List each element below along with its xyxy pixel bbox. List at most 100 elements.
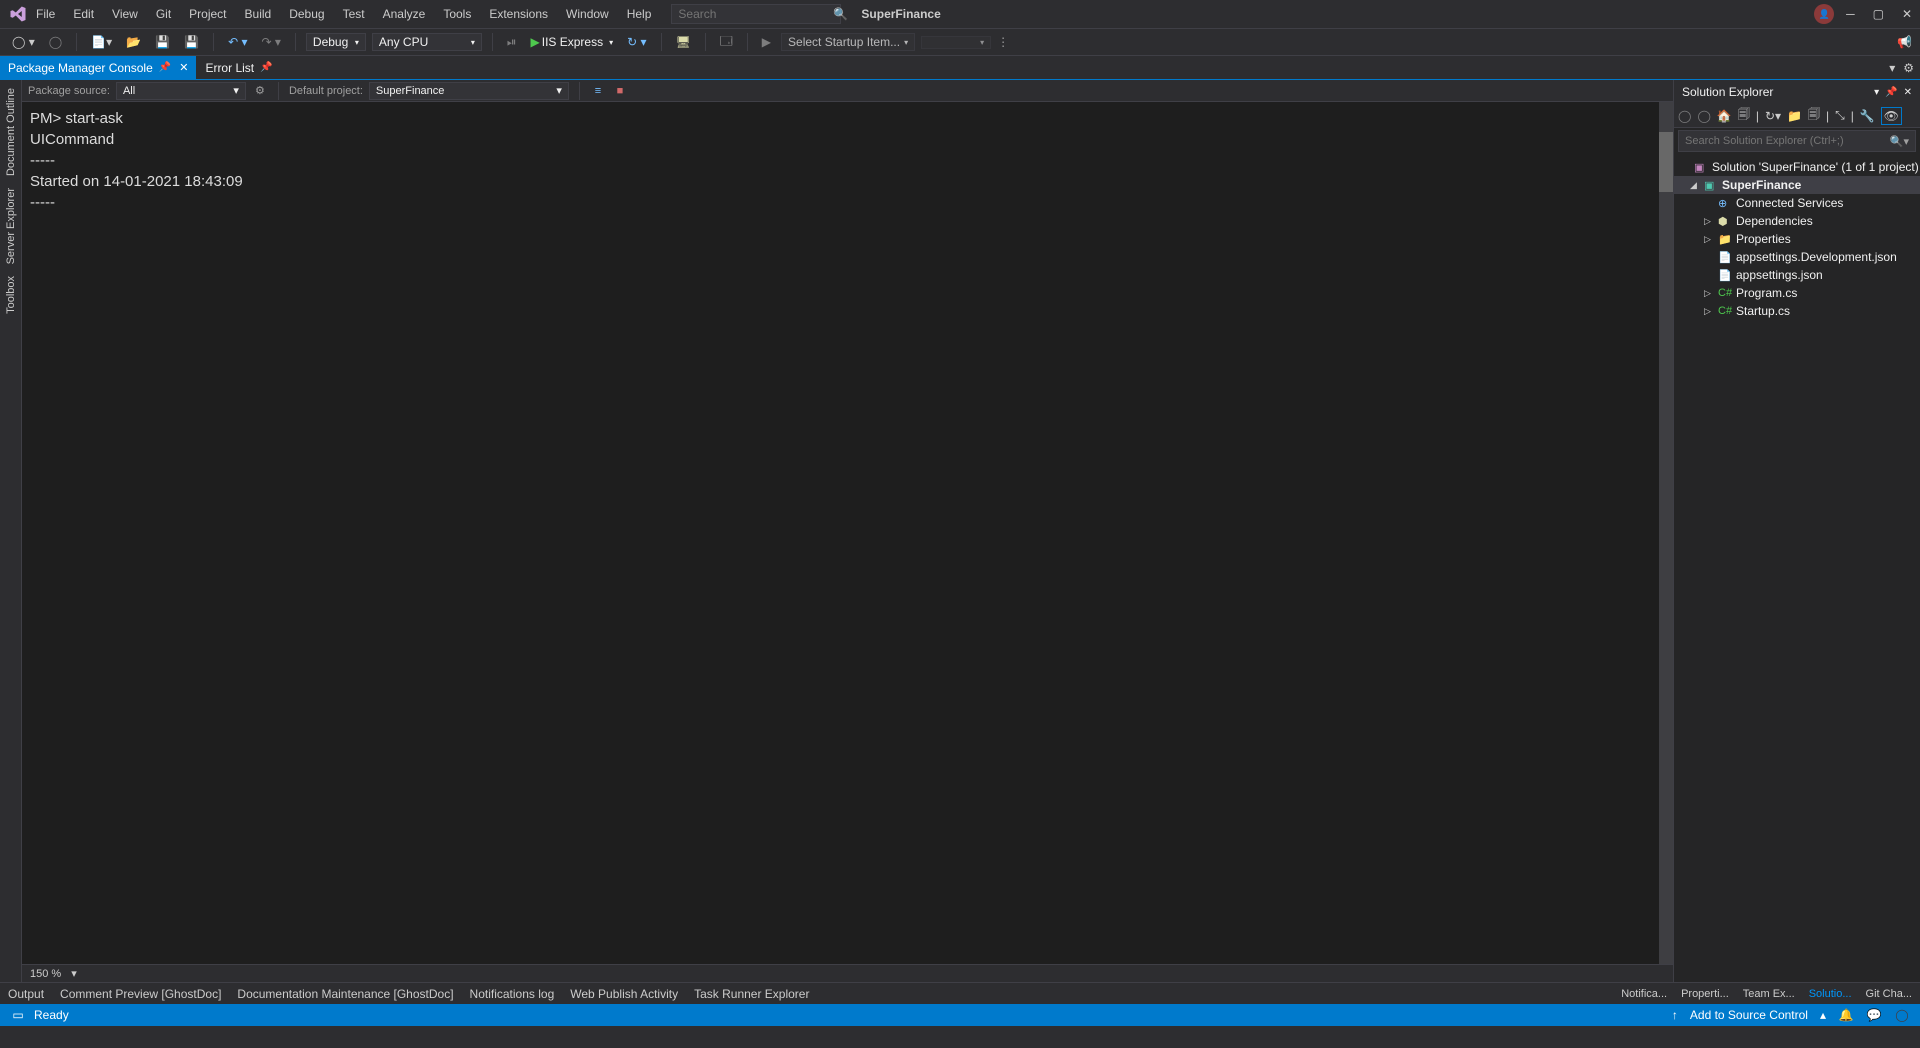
se-home-icon[interactable]: 🏠 (1717, 109, 1732, 123)
refresh-button[interactable]: ↻ ▾ (623, 33, 650, 51)
nav-forward-button[interactable]: ◯ (45, 33, 66, 51)
tree-appsettings[interactable]: 📄 appsettings.json (1674, 266, 1920, 284)
bottom-tab-web-publish[interactable]: Web Publish Activity (570, 987, 678, 1001)
menu-view[interactable]: View (112, 7, 138, 21)
tab-settings-icon[interactable]: ⚙ (1903, 61, 1914, 75)
menu-analyze[interactable]: Analyze (383, 7, 426, 21)
undo-button[interactable]: ↶ ▾ (224, 33, 251, 51)
right-tab-solution[interactable]: Solutio... (1809, 988, 1852, 1000)
solution-search-box[interactable]: 🔍▾ (1678, 130, 1916, 152)
step-button[interactable]: ⏯ (503, 33, 521, 52)
save-button[interactable]: 💾 (151, 33, 174, 51)
se-copy-icon[interactable]: 🗐 (1808, 105, 1820, 126)
panel-close-icon[interactable]: ✕ (1904, 87, 1912, 98)
right-tab-properties[interactable]: Properti... (1681, 988, 1729, 1000)
tree-dependencies[interactable]: ▷ ⬢ Dependencies (1674, 212, 1920, 230)
panel-pin-icon[interactable]: 📌 (1885, 87, 1897, 98)
solution-search-input[interactable] (1685, 135, 1890, 147)
default-project-dropdown[interactable]: SuperFinance▾ (369, 82, 569, 100)
tree-appsettings-dev[interactable]: 📄 appsettings.Development.json (1674, 248, 1920, 266)
right-tab-git-changes[interactable]: Git Cha... (1866, 988, 1912, 1000)
se-sync-icon[interactable]: 🗐 (1738, 105, 1750, 126)
se-properties-icon[interactable]: 🔧 (1860, 109, 1875, 123)
startup-extra-dropdown[interactable]: ▾ (921, 36, 991, 49)
zoom-dropdown-icon[interactable]: ▾ (71, 967, 77, 980)
find-in-files-button[interactable]: 🗔 (716, 30, 737, 55)
tree-startup-cs[interactable]: ▷ C# Startup.cs (1674, 302, 1920, 320)
pmc-list-icon[interactable]: ≡ (590, 83, 606, 99)
tree-program-cs[interactable]: ▷ C# Program.cs (1674, 284, 1920, 302)
notifications-icon[interactable]: 🔔 (1838, 1007, 1854, 1023)
menu-debug[interactable]: Debug (289, 7, 324, 21)
menu-test[interactable]: Test (343, 7, 365, 21)
new-project-button[interactable]: 📄▾ (87, 33, 116, 51)
scrollbar-thumb[interactable] (1659, 132, 1673, 192)
tree-solution[interactable]: ▣ Solution 'SuperFinance' (1 of 1 projec… (1674, 158, 1920, 176)
right-tab-team-explorer[interactable]: Team Ex... (1743, 988, 1795, 1000)
browser-link-button[interactable]: 🖥 (672, 33, 695, 51)
user-avatar[interactable]: 👤 (1814, 4, 1834, 24)
tab-package-manager-console[interactable]: Package Manager Console 📌 ✕ (0, 56, 197, 79)
minimize-button[interactable]: ─ (1846, 7, 1855, 21)
console-output[interactable]: PM> start-ask UICommand ----- Started on… (22, 102, 1673, 964)
expander-icon[interactable]: ▷ (1704, 216, 1714, 227)
se-preview-icon[interactable]: 👁 (1881, 107, 1902, 125)
maximize-button[interactable]: ▢ (1873, 7, 1884, 21)
startup-play-button[interactable]: ▶ (758, 33, 775, 51)
menu-file[interactable]: File (36, 7, 55, 21)
tab-dropdown-icon[interactable]: ▾ (1889, 61, 1895, 75)
pin-icon[interactable]: 📌 (260, 62, 272, 73)
source-control-arrow-icon[interactable]: ▴ (1820, 1008, 1826, 1022)
menu-edit[interactable]: Edit (73, 7, 94, 21)
menu-extensions[interactable]: Extensions (489, 7, 548, 21)
menu-window[interactable]: Window (566, 7, 609, 21)
expander-icon[interactable]: ▷ (1704, 234, 1714, 245)
expander-icon[interactable]: ◢ (1690, 180, 1700, 191)
panel-dropdown-icon[interactable]: ▾ (1874, 87, 1879, 98)
zoom-level[interactable]: 150 % (30, 968, 61, 980)
expander-icon[interactable]: ▷ (1704, 306, 1714, 317)
startup-item-dropdown[interactable]: Select Startup Item...▾ (781, 33, 915, 51)
search-input[interactable] (678, 7, 833, 21)
menu-help[interactable]: Help (627, 7, 652, 21)
menu-tools[interactable]: Tools (443, 7, 471, 21)
nav-back-button[interactable]: ◯ ▾ (8, 33, 39, 51)
rail-toolbox[interactable]: Toolbox (5, 276, 17, 314)
run-button[interactable]: ▶ IIS Express ▾ (527, 33, 618, 51)
package-source-dropdown[interactable]: All▾ (116, 82, 246, 100)
rail-server-explorer[interactable]: Server Explorer (5, 188, 17, 264)
platform-dropdown[interactable]: Any CPU▾ (372, 33, 482, 51)
add-source-control[interactable]: Add to Source Control (1690, 1008, 1808, 1022)
search-icon[interactable]: 🔍▾ (1890, 135, 1909, 148)
se-refresh-icon[interactable]: ↻▾ (1765, 109, 1781, 123)
se-showall-icon[interactable]: 📁 (1787, 109, 1802, 123)
config-dropdown[interactable]: Debug▾ (306, 33, 366, 51)
tree-project[interactable]: ◢ ▣ SuperFinance (1674, 176, 1920, 194)
bottom-tab-doc-maintenance[interactable]: Documentation Maintenance [GhostDoc] (237, 987, 453, 1001)
bottom-tab-task-runner[interactable]: Task Runner Explorer (694, 987, 809, 1001)
close-button[interactable]: ✕ (1902, 7, 1912, 21)
right-tab-notifications[interactable]: Notifica... (1621, 988, 1667, 1000)
toolbar-overflow-button[interactable]: ⋮ (997, 35, 1009, 49)
tree-connected-services[interactable]: ⊕ Connected Services (1674, 194, 1920, 212)
open-file-button[interactable]: 📂 (122, 33, 145, 51)
se-collapse-icon[interactable]: ⤡ (1835, 108, 1845, 123)
se-forward-icon[interactable]: ◯ (1697, 109, 1710, 123)
search-box[interactable]: 🔍 (671, 4, 841, 24)
package-settings-icon[interactable]: ⚙ (252, 83, 268, 99)
menu-project[interactable]: Project (189, 7, 226, 21)
feedback-status-icon[interactable]: 💬 (1866, 1007, 1882, 1023)
search-icon[interactable]: 🔍 (833, 7, 848, 21)
bottom-tab-notifications[interactable]: Notifications log (470, 987, 555, 1001)
feedback-icon[interactable]: 📢 (1897, 35, 1912, 49)
se-back-icon[interactable]: ◯ (1678, 109, 1691, 123)
pin-icon[interactable]: 📌 (159, 62, 171, 73)
close-icon[interactable]: ✕ (179, 61, 188, 74)
tab-error-list[interactable]: Error List 📌 (197, 56, 281, 79)
pmc-clear-icon[interactable]: ■ (612, 83, 628, 99)
expander-icon[interactable]: ▷ (1704, 288, 1714, 299)
scrollbar[interactable] (1659, 102, 1673, 964)
menu-git[interactable]: Git (156, 7, 171, 21)
menu-build[interactable]: Build (245, 7, 272, 21)
save-all-button[interactable]: 💾 (180, 33, 203, 51)
